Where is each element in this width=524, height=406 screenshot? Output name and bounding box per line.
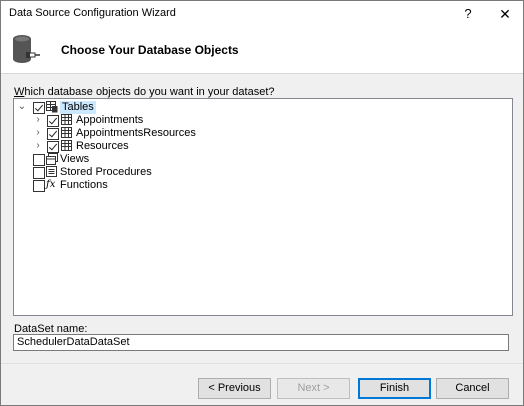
expand-resources-icon[interactable]: › <box>33 140 43 152</box>
objects-prompt-text: hich database objects do you want in you… <box>24 86 275 98</box>
tree-node-tables[interactable]: Tables <box>60 101 96 114</box>
tree-node-views[interactable]: Views <box>60 153 89 166</box>
next-button[interactable]: Next > <box>277 378 350 399</box>
table-icon <box>61 140 72 151</box>
tables-icon <box>46 101 58 113</box>
views-icon <box>46 153 58 165</box>
help-button[interactable]: ? <box>451 1 485 27</box>
views-checkbox[interactable] <box>33 154 45 166</box>
table-icon <box>61 114 72 125</box>
cancel-button-label: Cancel <box>455 382 490 394</box>
finish-button-label: Finish <box>379 382 410 394</box>
wizard-window: Data Source Configuration Wizard ? ✕ Cho… <box>0 0 524 406</box>
stored-procedure-icon <box>46 166 57 177</box>
tree-node-appointments[interactable]: Appointments <box>76 114 143 127</box>
window-title: Data Source Configuration Wizard <box>9 7 176 19</box>
appointments-checkbox[interactable] <box>47 115 59 127</box>
tree-node-stored-procedures[interactable]: Stored Procedures <box>60 166 152 179</box>
title-bar: Data Source Configuration Wizard ? ✕ <box>1 1 523 27</box>
function-icon: ƒx <box>46 179 56 190</box>
database-icon <box>13 35 40 63</box>
tree-node-appointmentsresources[interactable]: AppointmentsResources <box>76 127 196 140</box>
stored-procedures-checkbox[interactable] <box>33 167 45 179</box>
tree-node-functions[interactable]: Functions <box>60 179 108 192</box>
expand-appointments-icon[interactable]: › <box>33 114 43 126</box>
objects-prompt: Which database objects do you want in yo… <box>14 86 275 98</box>
collapse-tables-icon[interactable]: ⌄ <box>17 101 27 113</box>
tree-node-resources[interactable]: Resources <box>76 140 129 153</box>
next-button-label: Next > <box>297 382 330 394</box>
previous-button-label: < Previous <box>208 382 261 394</box>
close-button[interactable]: ✕ <box>488 1 522 27</box>
dataset-name-input[interactable] <box>13 334 509 351</box>
table-icon <box>61 127 72 138</box>
database-objects-tree[interactable]: ⌄ Tables › Appointments › AppointmentsRe… <box>13 98 513 316</box>
resources-checkbox[interactable] <box>47 141 59 153</box>
wizard-footer: < Previous Next > Finish Cancel <box>1 363 523 405</box>
tables-checkbox[interactable] <box>33 102 45 114</box>
functions-checkbox[interactable] <box>33 180 45 192</box>
wizard-header: Choose Your Database Objects <box>1 27 523 74</box>
page-title: Choose Your Database Objects <box>61 43 239 57</box>
expand-appointmentsresources-icon[interactable]: › <box>33 127 43 139</box>
previous-button[interactable]: < Previous <box>198 378 271 399</box>
cancel-button[interactable]: Cancel <box>436 378 509 399</box>
appointmentsresources-checkbox[interactable] <box>47 128 59 140</box>
finish-button[interactable]: Finish <box>358 378 431 399</box>
